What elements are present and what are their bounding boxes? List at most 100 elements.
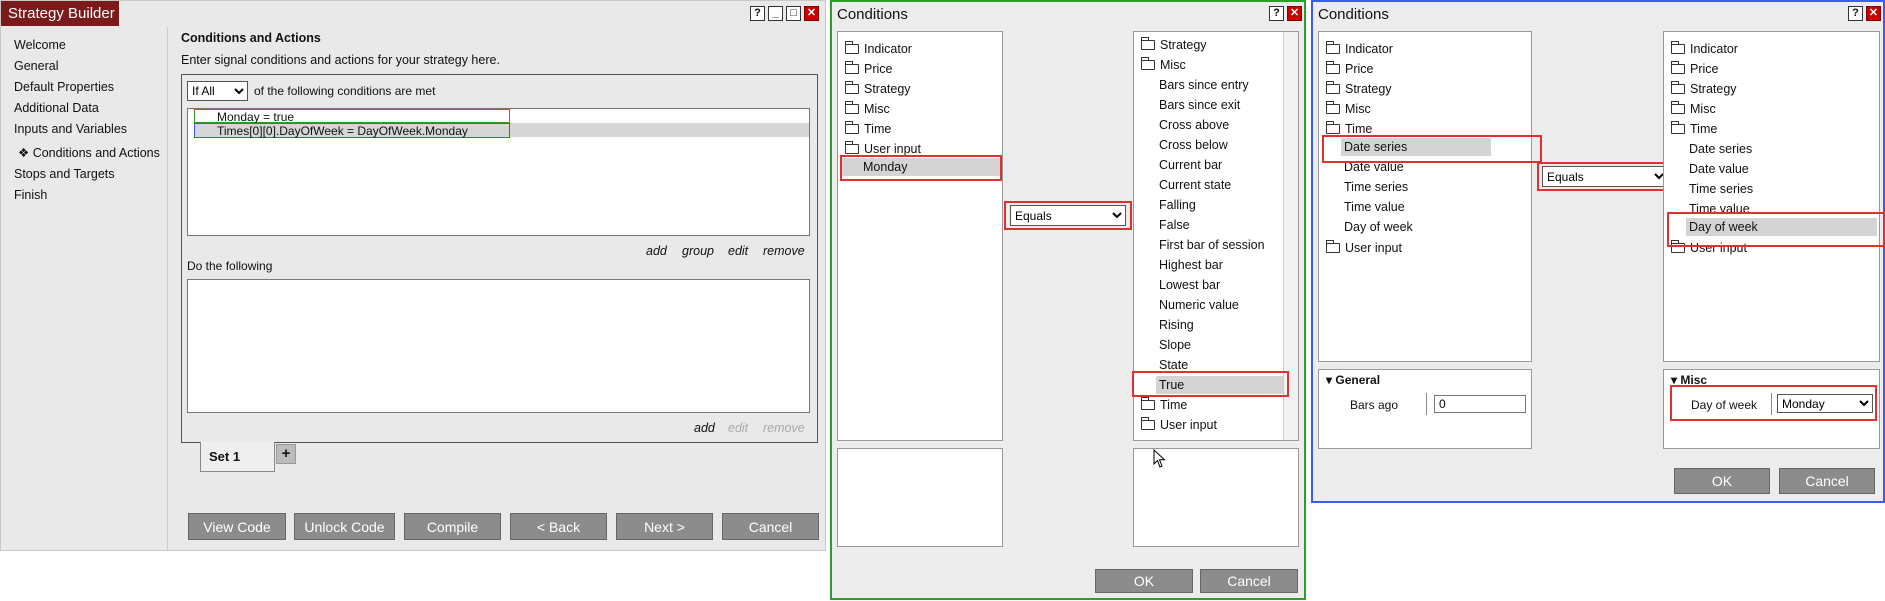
tree-item[interactable]: Cross below (1159, 138, 1228, 152)
highlight-box (840, 155, 1002, 181)
tree-item[interactable]: False (1159, 218, 1190, 232)
folder-icon (845, 121, 859, 134)
add-action-link[interactable]: add (694, 421, 715, 435)
unlock-code-button[interactable]: Unlock Code (294, 513, 395, 540)
back-button[interactable]: < Back (510, 513, 607, 540)
tree-folder-user-input[interactable]: User input (1141, 417, 1217, 432)
bars-ago-input[interactable] (1434, 395, 1526, 413)
tree-folder-time[interactable]: Time (1326, 121, 1372, 136)
tree-folder-price[interactable]: Price (1326, 61, 1373, 76)
tree-item[interactable]: Highest bar (1159, 258, 1223, 272)
edit-action-link[interactable]: edit (728, 421, 748, 435)
maximize-icon[interactable]: □ (786, 6, 801, 21)
tree-item[interactable]: First bar of session (1159, 238, 1265, 252)
nav-additional-data[interactable]: Additional Data (14, 101, 99, 115)
tree-item[interactable]: Time series (1344, 180, 1408, 194)
cancel-button[interactable]: Cancel (1200, 569, 1298, 593)
nav-default-properties[interactable]: Default Properties (14, 80, 114, 94)
help-icon[interactable]: ? (1848, 6, 1863, 21)
tree-item[interactable]: Falling (1159, 198, 1196, 212)
nav-conditions-actions-label: Conditions and Actions (32, 146, 160, 160)
view-code-button[interactable]: View Code (188, 513, 286, 540)
remove-condition-link[interactable]: remove (763, 244, 805, 258)
tree-item[interactable]: State (1159, 358, 1188, 372)
if-all-select[interactable]: If All (187, 81, 248, 101)
tree-folder-misc[interactable]: Misc (845, 101, 890, 116)
nav-stops-targets[interactable]: Stops and Targets (14, 167, 115, 181)
nav-conditions-actions[interactable]: ❖ Conditions and Actions (18, 145, 160, 160)
ok-button[interactable]: OK (1095, 569, 1193, 593)
close-icon[interactable]: ✕ (1866, 6, 1881, 21)
tree-item[interactable]: Time series (1689, 182, 1753, 196)
tree-item[interactable]: Cross above (1159, 118, 1229, 132)
tree-folder-time[interactable]: Time (1141, 397, 1187, 412)
compile-button[interactable]: Compile (404, 513, 501, 540)
tab-set-1[interactable]: Set 1 (200, 442, 275, 472)
tree-item[interactable]: Date value (1689, 162, 1749, 176)
strategy-builder-window: Strategy Builder ? _ □ ✕ Welcome General… (0, 0, 826, 551)
tree-folder-indicator[interactable]: Indicator (845, 41, 912, 56)
tree-folder-time[interactable]: Time (1671, 121, 1717, 136)
help-icon[interactable]: ? (750, 6, 765, 21)
edit-condition-link[interactable]: edit (728, 244, 748, 258)
tree-item[interactable]: Current state (1159, 178, 1231, 192)
ok-button[interactable]: OK (1674, 468, 1770, 494)
left-operand-tree[interactable]: Indicator Price Strategy Misc Time User … (837, 31, 1003, 441)
help-icon[interactable]: ? (1269, 6, 1284, 21)
condition-row[interactable]: Times[0][0].DayOfWeek = DayOfWeek.Monday (217, 124, 468, 138)
tree-folder-misc[interactable]: Misc (1671, 101, 1716, 116)
bars-ago-label: Bars ago (1350, 398, 1399, 412)
operator-select[interactable]: Equals (1542, 166, 1668, 187)
tree-item[interactable]: Current bar (1159, 158, 1222, 172)
tree-folder-user-input[interactable]: User input (845, 141, 921, 156)
tree-folder-misc[interactable]: Misc (1326, 101, 1371, 116)
remove-action-link[interactable]: remove (763, 421, 805, 435)
folder-icon (1141, 397, 1155, 410)
cancel-button[interactable]: Cancel (722, 513, 819, 540)
tree-folder-strategy[interactable]: Strategy (1671, 81, 1737, 96)
operator-select[interactable]: Equals (1010, 205, 1126, 226)
left-operand-tree[interactable]: Indicator Price Strategy Misc Time Date … (1318, 31, 1532, 362)
nav-inputs-variables[interactable]: Inputs and Variables (14, 122, 127, 136)
left-properties-panel: ▾ General Bars ago (1318, 369, 1532, 449)
tree-item[interactable]: Bars since exit (1159, 98, 1240, 112)
nav-general[interactable]: General (14, 59, 58, 73)
tree-item[interactable]: Rising (1159, 318, 1194, 332)
folder-icon (1326, 61, 1340, 74)
tree-folder-price[interactable]: Price (845, 61, 892, 76)
tree-item[interactable]: Date series (1689, 142, 1752, 156)
next-button[interactable]: Next > (616, 513, 713, 540)
tree-folder-strategy[interactable]: Strategy (1141, 37, 1207, 52)
close-icon[interactable]: ✕ (1287, 6, 1302, 21)
nav-finish[interactable]: Finish (14, 188, 47, 202)
actions-list[interactable] (187, 279, 810, 413)
nav-welcome[interactable]: Welcome (14, 38, 66, 52)
add-condition-link[interactable]: add (646, 244, 667, 258)
tree-folder-strategy[interactable]: Strategy (845, 81, 911, 96)
tree-folder-price[interactable]: Price (1671, 61, 1718, 76)
tree-item[interactable]: Lowest bar (1159, 278, 1220, 292)
minimize-icon[interactable]: _ (768, 6, 783, 21)
tree-item[interactable]: Numeric value (1159, 298, 1239, 312)
tree-item[interactable]: Time value (1344, 200, 1405, 214)
tree-folder-strategy[interactable]: Strategy (1326, 81, 1392, 96)
conditions-list[interactable]: Monday = true Times[0][0].DayOfWeek = Da… (187, 108, 810, 236)
tree-folder-time[interactable]: Time (845, 121, 891, 136)
if-suffix-label: of the following conditions are met (254, 84, 436, 98)
right-operand-tree[interactable]: Indicator Price Strategy Misc Time Date … (1663, 31, 1880, 362)
cancel-button[interactable]: Cancel (1779, 468, 1875, 494)
tree-folder-user-input[interactable]: User input (1326, 240, 1402, 255)
group-condition-link[interactable]: group (682, 244, 714, 258)
condition-row[interactable]: Monday = true (217, 110, 294, 124)
folder-icon (1141, 37, 1155, 50)
tree-item[interactable]: Slope (1159, 338, 1191, 352)
folder-icon (1671, 41, 1685, 54)
tree-folder-indicator[interactable]: Indicator (1326, 41, 1393, 56)
add-tab-button[interactable]: + (276, 444, 296, 464)
tree-folder-misc[interactable]: Misc (1141, 57, 1186, 72)
tree-item[interactable]: Day of week (1344, 220, 1413, 234)
folder-icon (845, 81, 859, 94)
close-icon[interactable]: ✕ (804, 6, 819, 21)
tree-item[interactable]: Bars since entry (1159, 78, 1249, 92)
tree-folder-indicator[interactable]: Indicator (1671, 41, 1738, 56)
